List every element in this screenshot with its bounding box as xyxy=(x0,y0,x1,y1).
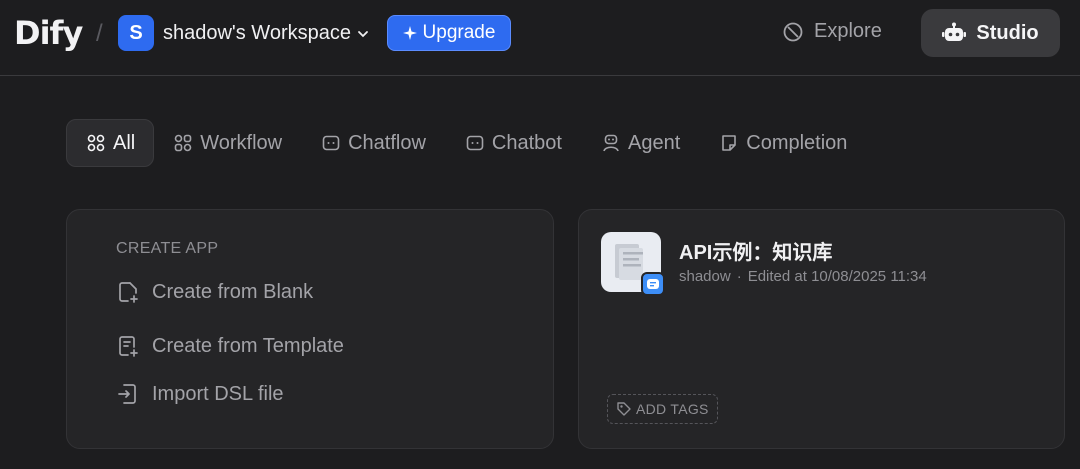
create-item-label: Import DSL file xyxy=(152,382,284,405)
tab-label: Agent xyxy=(627,131,681,154)
tab-agent[interactable]: Agent xyxy=(582,119,700,167)
completion-icon xyxy=(722,135,737,151)
agent-icon xyxy=(603,134,619,152)
app-card[interactable]: API示例：知识库 shadow · Edited at 10/08/2025 … xyxy=(578,209,1065,449)
chat-badge-icon xyxy=(641,272,665,296)
breadcrumb-separator: / xyxy=(96,20,103,47)
import-dsl-button[interactable]: Import DSL file xyxy=(116,382,284,406)
meta-separator: · xyxy=(736,268,742,285)
add-tags-button[interactable]: ADD TAGS xyxy=(607,394,718,424)
app-thumbnail xyxy=(601,232,665,296)
app-type-tabs: All Workflow Chatflow Chatbot Agent Comp… xyxy=(66,119,867,167)
workflow-icon xyxy=(174,134,192,152)
app-title: API示例：知识库 xyxy=(679,242,833,264)
workspace-avatar[interactable]: S xyxy=(118,15,154,51)
chatbot-icon xyxy=(466,135,484,151)
tag-icon xyxy=(617,402,631,416)
chatflow-icon xyxy=(322,135,340,151)
create-app-title: CREATE APP xyxy=(116,240,219,257)
sparkle-icon xyxy=(402,26,417,40)
tab-chatbot[interactable]: Chatbot xyxy=(446,119,582,167)
add-tags-label: ADD TAGS xyxy=(636,401,709,417)
dify-logo[interactable]: Dify xyxy=(14,14,83,52)
create-item-label: Create from Blank xyxy=(152,280,314,303)
tab-workflow[interactable]: Workflow xyxy=(154,119,302,167)
create-from-template-button[interactable]: Create from Template xyxy=(116,334,344,358)
explore-label: Explore xyxy=(814,20,882,42)
explore-nav-button[interactable]: Explore xyxy=(782,20,882,43)
grid-icon xyxy=(87,134,105,152)
tab-label: All xyxy=(113,131,136,154)
file-plus-icon xyxy=(119,282,138,303)
tab-label: Chatflow xyxy=(348,131,426,154)
tab-completion[interactable]: Completion xyxy=(700,119,867,167)
compass-icon xyxy=(783,22,803,41)
create-item-label: Create from Template xyxy=(152,334,344,357)
app-edited-time: Edited at 10/08/2025 11:34 xyxy=(747,268,927,285)
workspace-name: shadow's Workspace xyxy=(163,22,351,44)
tab-label: Workflow xyxy=(200,131,283,154)
upgrade-label: Upgrade xyxy=(422,22,496,43)
workspace-selector[interactable]: shadow's Workspace xyxy=(163,22,369,45)
top-navigation-bar: Dify / S shadow's Workspace Upgrade Expl… xyxy=(0,0,1080,76)
import-icon xyxy=(118,384,136,404)
studio-label: Studio xyxy=(976,21,1039,44)
create-app-card: CREATE APP Create from Blank Create from… xyxy=(66,209,554,449)
chevron-down-icon xyxy=(358,30,368,37)
create-from-blank-button[interactable]: Create from Blank xyxy=(116,280,313,304)
app-author: shadow xyxy=(679,268,731,285)
tab-chatflow[interactable]: Chatflow xyxy=(302,119,446,167)
robot-icon xyxy=(942,22,967,41)
file-template-icon xyxy=(119,336,138,357)
tab-all[interactable]: All xyxy=(66,119,155,167)
app-meta: shadow · Edited at 10/08/2025 11:34 xyxy=(679,268,927,285)
upgrade-button[interactable]: Upgrade xyxy=(387,15,511,51)
studio-nav-button[interactable]: Studio xyxy=(921,9,1060,57)
tab-label: Completion xyxy=(746,131,848,154)
tab-label: Chatbot xyxy=(491,131,562,154)
